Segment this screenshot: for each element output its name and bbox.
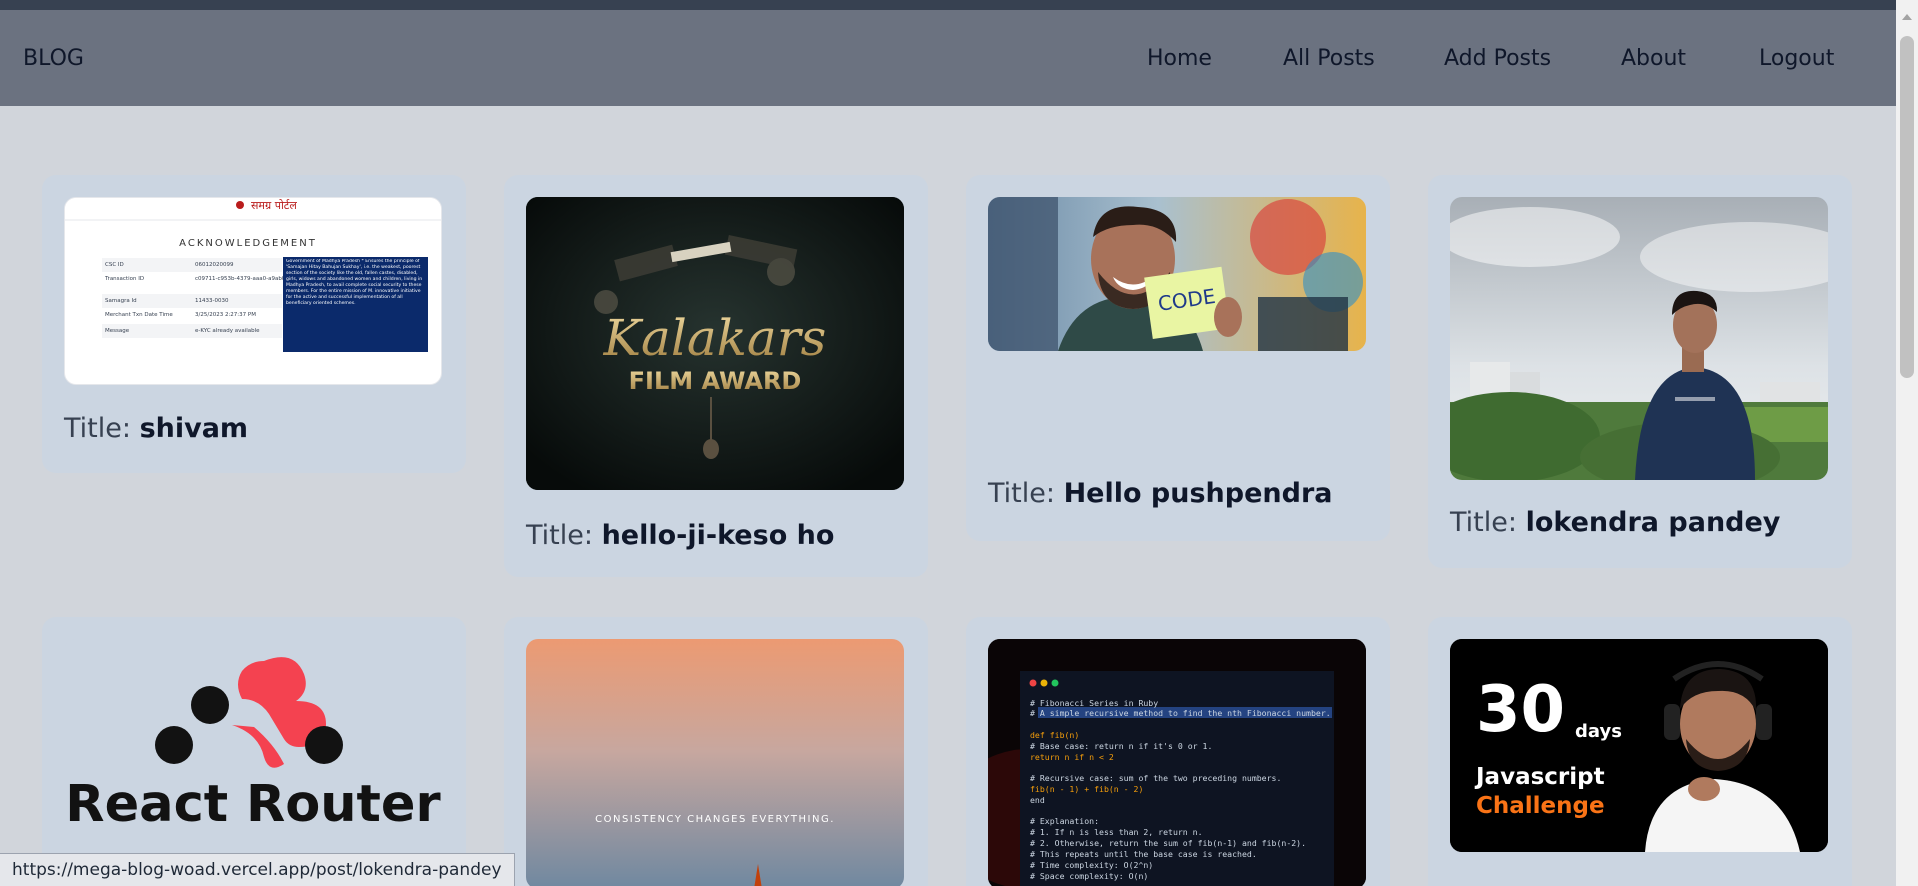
ruby-fibonacci-code-image: # Fibonacci Series in Ruby # A simple re… [988, 639, 1366, 886]
post-thumbnail: समग्र पोर्टल ACKNOWLEDGEMENT CSC ID 06012… [64, 197, 442, 385]
svg-text:# Fibonacci Series in Ruby: # Fibonacci Series in Ruby [1030, 698, 1158, 708]
react-router-wordmark: React Router [65, 775, 440, 834]
kalakaar-film-award-image: Kalakars FILM AWARD [526, 197, 904, 490]
svg-text:# This repeats until the ba: # This repeats until the base case is re… [1030, 849, 1257, 859]
svg-text:# Recursive case: sum of the t: # Recursive case: sum of the two precedi… [1030, 773, 1281, 783]
svg-text:return n if n < 2: return n if n < 2 [1030, 752, 1114, 762]
svg-text:# Base case: return n if it's: # Base case: return n if it's 0 or 1. [1030, 741, 1212, 751]
doc-header: समग्र पोर्टल [251, 199, 297, 212]
svg-text:# A simple recursive method to: # A simple recursive method to find the … [1030, 708, 1331, 718]
svg-text:# Space complexity: O(n): # Space complexity: O(n) [1030, 871, 1148, 881]
sunset-sky-quote-image: CONSISTENCY CHANGES EVERYTHING. [526, 639, 904, 886]
man-holding-code-note-image: CODE [988, 197, 1366, 351]
svg-text:e-KYC already available: e-KYC already available [195, 328, 260, 334]
post-title: Title: Hello pushpendra [988, 478, 1333, 509]
post-card[interactable]: समग्र पोर्टल ACKNOWLEDGEMENT CSC ID 06012… [42, 175, 466, 473]
nav-about[interactable]: About [1621, 46, 1686, 71]
acknowledgement-document-image: समग्र पोर्टल ACKNOWLEDGEMENT CSC ID 06012… [65, 198, 441, 352]
post-thumbnail [1450, 197, 1828, 480]
svg-text:Merchant Txn Date Time: Merchant Txn Date Time [105, 312, 173, 318]
page-scrollbar[interactable] [1896, 0, 1918, 886]
doc-notice: Government of Madhya Pradesh * Ensures t… [286, 259, 423, 306]
post-card[interactable]: React Router [42, 617, 466, 886]
svg-text:# Explanation:: # Explanation: [1030, 816, 1099, 826]
post-card[interactable]: Kalakars FILM AWARD Title: hello-ji-keso… [504, 175, 928, 577]
navbar: BLOG Home All Posts Add Posts About Logo… [0, 10, 1896, 106]
post-card[interactable]: Title: lokendra pandey [1428, 175, 1852, 568]
challenge-number: 30 [1476, 673, 1565, 747]
challenge-line1: Javascript [1474, 764, 1605, 790]
svg-text:Message: Message [105, 328, 130, 334]
javascript-challenge-image: 30 days Javascript Challenge [1450, 639, 1828, 852]
post-title: Title: shivam [64, 413, 249, 444]
svg-text:# 2. Otherwise, return the sum: # 2. Otherwise, return the sum of fib(n-… [1030, 838, 1306, 848]
svg-text:06012020099: 06012020099 [195, 262, 234, 268]
challenge-days: days [1575, 721, 1622, 742]
svg-text:# Time complexity: O(2^n): # Time complexity: O(2^n) [1030, 860, 1153, 870]
man-outdoors-city-view-image [1450, 197, 1828, 480]
svg-text:end: end [1030, 795, 1045, 805]
post-thumbnail: CONSISTENCY CHANGES EVERYTHING. [526, 639, 904, 886]
post-card[interactable]: CODE Title: Hello pushpendra [966, 175, 1390, 541]
scroll-up-arrow-icon[interactable] [1902, 14, 1912, 20]
post-card[interactable]: # Fibonacci Series in Ruby # A simple re… [966, 617, 1390, 886]
svg-text:CSC ID: CSC ID [105, 262, 124, 268]
post-card[interactable]: CONSISTENCY CHANGES EVERYTHING. [504, 617, 928, 886]
post-thumbnail: Kalakars FILM AWARD [526, 197, 904, 490]
scrollbar-thumb[interactable] [1900, 36, 1914, 378]
challenge-line2: Challenge [1476, 793, 1605, 819]
svg-text:3/25/2023 2:27:37 PM: 3/25/2023 2:27:37 PM [195, 312, 256, 318]
nav-add-posts[interactable]: Add Posts [1444, 46, 1551, 71]
browser-top-strip [0, 0, 1918, 10]
svg-text:def fib(n): def fib(n) [1030, 730, 1079, 740]
post-card[interactable]: 30 days Javascript Challenge [1428, 617, 1852, 886]
award-script: Kalakars [603, 309, 827, 367]
post-thumbnail: CODE [988, 197, 1366, 351]
svg-text:fib(n - 1) + fib(n - 2): fib(n - 1) + fib(n - 2) [1030, 784, 1143, 794]
react-router-logo-image: React Router [64, 639, 442, 886]
svg-text:# 1. If n is less than 2, retu: # 1. If n is less than 2, return n. [1030, 827, 1203, 837]
link-status-bar: https://mega-blog-woad.vercel.app/post/l… [0, 853, 515, 886]
post-title: Title: lokendra pandey [1450, 507, 1781, 538]
post-title: Title: hello-ji-keso ho [526, 520, 835, 551]
nav-home[interactable]: Home [1147, 46, 1212, 71]
svg-text:Samagra Id: Samagra Id [105, 298, 137, 304]
nav-all-posts[interactable]: All Posts [1283, 46, 1375, 71]
nav-logout[interactable]: Logout [1759, 46, 1834, 71]
svg-text:Transaction ID: Transaction ID [104, 276, 144, 282]
post-thumbnail: 30 days Javascript Challenge [1450, 639, 1828, 852]
post-thumbnail: # Fibonacci Series in Ruby # A simple re… [988, 639, 1366, 886]
doc-heading: ACKNOWLEDGEMENT [179, 238, 317, 249]
award-subtitle: FILM AWARD [629, 367, 802, 395]
svg-text:11433-0030: 11433-0030 [195, 298, 229, 304]
brand-logo[interactable]: BLOG [23, 46, 84, 71]
quote-text: CONSISTENCY CHANGES EVERYTHING. [595, 814, 835, 825]
post-thumbnail: React Router [64, 639, 442, 886]
